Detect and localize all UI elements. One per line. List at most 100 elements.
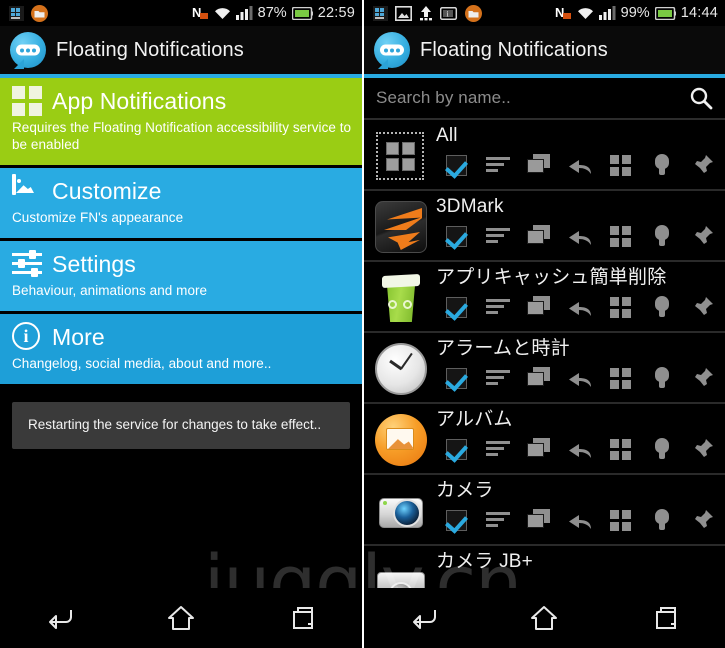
stack-icon[interactable] [518, 505, 559, 535]
lightbulb-icon[interactable] [641, 150, 682, 180]
reply-arrow-icon[interactable] [559, 363, 600, 393]
row-actions [436, 434, 725, 464]
cache-cleaner-icon [372, 269, 430, 327]
back-icon[interactable] [30, 596, 90, 640]
search-icon[interactable] [689, 86, 713, 110]
battery-icon [654, 6, 676, 20]
app-name: カメラ [436, 480, 494, 501]
lightbulb-icon[interactable] [641, 434, 682, 464]
lightbulb-icon[interactable] [641, 221, 682, 251]
checkbox[interactable] [436, 221, 477, 251]
app-name: アルバム [436, 409, 513, 430]
grid-squares-icon [12, 86, 42, 116]
toast-message: Restarting the service for changes to ta… [12, 402, 350, 449]
signal-bars-icon [598, 6, 616, 20]
list-item[interactable]: All [364, 120, 725, 191]
app-name: 3DMark [436, 196, 504, 217]
back-icon[interactable] [394, 596, 454, 640]
pin-icon[interactable] [682, 505, 723, 535]
list-item[interactable]: 3DMark [364, 191, 725, 262]
home-icon[interactable] [514, 596, 574, 640]
reply-arrow-icon[interactable] [559, 505, 600, 535]
clock-icon [372, 340, 430, 398]
menu-item-subtitle: Customize FN's appearance [12, 210, 184, 225]
grid-icon[interactable] [600, 363, 641, 393]
checkbox[interactable] [436, 434, 477, 464]
folder-notification-icon [465, 4, 482, 22]
svg-text:N: N [555, 5, 564, 20]
list-lines-icon[interactable] [477, 292, 518, 322]
battery-percent-label: 87% [257, 5, 287, 21]
list-item[interactable]: カメラ [364, 475, 725, 546]
search-bar[interactable]: Search by name.. [364, 78, 725, 120]
grid-icon[interactable] [600, 505, 641, 535]
list-item[interactable]: アルバム [364, 404, 725, 475]
info-circle-icon: i [12, 322, 42, 352]
menu-item-subtitle: Requires the Floating Notification acces… [12, 120, 352, 152]
page-title: Floating Notifications [56, 38, 244, 61]
menu-item-title: Settings [52, 250, 136, 277]
3dmark-icon [372, 198, 430, 256]
reply-arrow-icon[interactable] [559, 221, 600, 251]
lightbulb-icon[interactable] [641, 292, 682, 322]
stack-icon[interactable] [518, 434, 559, 464]
recents-icon[interactable] [272, 596, 332, 640]
stack-icon[interactable] [518, 221, 559, 251]
checkbox[interactable] [436, 505, 477, 535]
app-list: All 3DMark アプリキャッシュ簡単削除 アラームと時計 アルバム カメラ… [364, 120, 725, 617]
search-input[interactable]: Search by name.. [376, 88, 689, 108]
menu-item-customize[interactable]: Customize Customize FN's appearance [0, 165, 362, 238]
left-title-bar: Floating Notifications [0, 26, 362, 78]
row-actions [436, 221, 725, 251]
stack-icon[interactable] [518, 150, 559, 180]
dual-screenshot: N 87% 22:59 Floating Notifications App N… [0, 0, 725, 648]
recents-icon[interactable] [635, 596, 695, 640]
left-status-bar: N 87% 22:59 [0, 0, 362, 26]
upload-notification-icon [419, 5, 433, 21]
all-apps-icon [372, 127, 430, 185]
pin-icon[interactable] [682, 363, 723, 393]
signal-bars-icon [235, 6, 253, 20]
grid-notification-icon [373, 5, 388, 21]
list-item[interactable]: アラームと時計 [364, 333, 725, 404]
sliders-icon [12, 249, 42, 279]
menu-item-app-notifications[interactable]: App Notifications Requires the Floating … [0, 78, 362, 165]
menu-item-more[interactable]: i More Changelog, social media, about an… [0, 311, 362, 384]
app-name: All [436, 125, 458, 146]
pin-icon[interactable] [682, 292, 723, 322]
menu-item-title: More [52, 323, 105, 350]
grid-icon[interactable] [600, 150, 641, 180]
home-icon[interactable] [151, 596, 211, 640]
stack-icon[interactable] [518, 363, 559, 393]
stack-icon[interactable] [518, 292, 559, 322]
pin-icon[interactable] [682, 221, 723, 251]
row-actions [436, 363, 725, 393]
grid-icon[interactable] [600, 434, 641, 464]
list-lines-icon[interactable] [477, 505, 518, 535]
right-title-bar: Floating Notifications [364, 26, 725, 78]
svg-text:N: N [192, 5, 201, 20]
checkbox[interactable] [436, 292, 477, 322]
list-lines-icon[interactable] [477, 434, 518, 464]
list-lines-icon[interactable] [477, 363, 518, 393]
grid-icon[interactable] [600, 292, 641, 322]
lightbulb-icon[interactable] [641, 363, 682, 393]
grid-icon[interactable] [600, 221, 641, 251]
app-name: カメラ JB+ [436, 551, 533, 572]
lightbulb-icon[interactable] [641, 505, 682, 535]
list-lines-icon[interactable] [477, 150, 518, 180]
reply-arrow-icon[interactable] [559, 150, 600, 180]
reply-arrow-icon[interactable] [559, 292, 600, 322]
list-item[interactable]: アプリキャッシュ簡単削除 [364, 262, 725, 333]
checkbox[interactable] [436, 363, 477, 393]
list-lines-icon[interactable] [477, 221, 518, 251]
row-actions [436, 505, 725, 535]
pin-icon[interactable] [682, 150, 723, 180]
menu-item-settings[interactable]: Settings Behaviour, animations and more [0, 238, 362, 311]
image-icon [12, 174, 42, 206]
page-title: Floating Notifications [420, 38, 608, 61]
reply-arrow-icon[interactable] [559, 434, 600, 464]
pin-icon[interactable] [682, 434, 723, 464]
checkbox[interactable] [436, 150, 477, 180]
camera-icon [372, 482, 430, 540]
